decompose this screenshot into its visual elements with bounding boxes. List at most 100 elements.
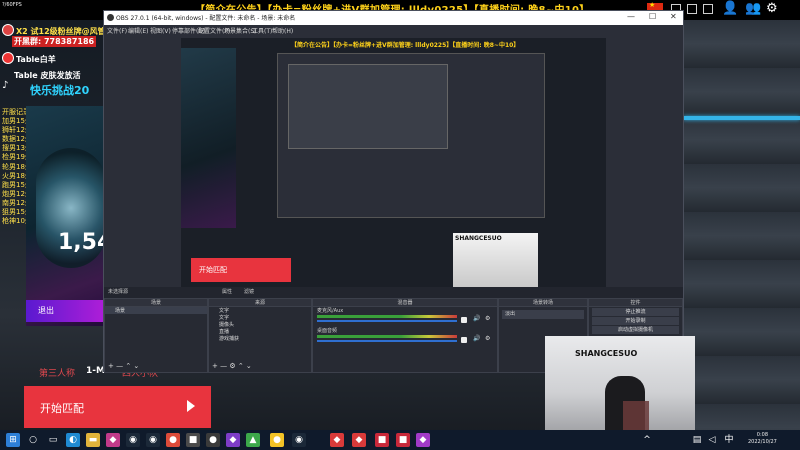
controls-header: 控件	[589, 299, 682, 307]
preview-banner: 【简介在公告】【办卡=粉丝牌+进V群加管理: llldy0225】【直播时间: …	[291, 42, 520, 49]
filters-button[interactable]: 滤镜	[244, 288, 254, 295]
overlay-line: Table 皮肤发放活	[14, 71, 81, 80]
source-item[interactable]: 游戏捕获	[209, 335, 311, 342]
folder-icon[interactable]: ▬	[86, 433, 100, 447]
source-item[interactable]: 摄像头	[209, 321, 311, 328]
fps-counter: ?/60FPS	[2, 2, 22, 8]
clock-date: 2022/10/27	[748, 439, 777, 445]
volume-knob[interactable]	[461, 337, 467, 343]
edge-icon[interactable]: ◐	[66, 433, 80, 447]
mixer-panel: 混音器 麦克风/Aux 🔊 ⚙ 桌面音频 🔊 ⚙	[312, 298, 498, 373]
chrome-icon[interactable]: ●	[270, 433, 284, 447]
gear-icon[interactable]: ⚙	[766, 1, 778, 16]
app-icon[interactable]: ◆	[106, 433, 120, 447]
friends-icon[interactable]: 👥	[745, 1, 761, 16]
stop-stream-button[interactable]: 停止推流	[592, 308, 679, 316]
menu-item[interactable]: 工具(T)	[252, 26, 272, 35]
app-icon[interactable]: ◆	[352, 433, 366, 447]
tray-icon[interactable]: ^	[640, 433, 654, 447]
gear-icon[interactable]: ⚙	[485, 335, 490, 342]
mixer-channel: 桌面音频 🔊 ⚙	[313, 327, 497, 347]
menu-item[interactable]: 编辑(E)	[128, 26, 148, 35]
volume-knob[interactable]	[461, 317, 467, 323]
volume-slider[interactable]	[317, 340, 457, 342]
menu-item[interactable]: 文件(F)	[107, 26, 127, 35]
obs-window: OBS 27.0.1 (64-bit, windows) - 配置文件: 未命名…	[103, 10, 684, 373]
maximize-icon[interactable]: ☐	[649, 12, 656, 21]
source-item[interactable]: 文字	[209, 314, 311, 321]
start-recording-button[interactable]: 开始录制	[592, 317, 679, 325]
tray-square-icon[interactable]	[687, 4, 697, 14]
preview-webcam: SHANGCESUO	[453, 233, 538, 287]
no-source-label: 未选择源	[108, 289, 129, 295]
preview-webcam-label: SHANGCESUO	[455, 235, 502, 242]
speaker-icon[interactable]: 🔊	[473, 315, 480, 322]
start-match-label: 开始匹配	[40, 402, 84, 415]
speaker-icon[interactable]: 🔊	[473, 335, 480, 342]
mixer-header: 混音器	[313, 299, 497, 307]
close-icon[interactable]: ✕	[670, 12, 677, 21]
preview-start-label: 开始匹配	[199, 266, 227, 274]
minimize-icon[interactable]: —	[627, 12, 635, 21]
transitions-header: 场景转场	[499, 299, 587, 307]
overlay-line: 开黑群: 778387186	[12, 36, 97, 47]
app-icon[interactable]: ■	[186, 433, 200, 447]
avatar	[2, 24, 14, 36]
webcam-label: SHANGCESUO	[575, 349, 638, 358]
task-view-icon[interactable]: ▭	[46, 433, 60, 447]
mode-third-person[interactable]: 第三人称	[39, 366, 75, 379]
scene-item[interactable]: 场景	[105, 307, 207, 314]
source-item[interactable]: 文字	[209, 307, 311, 314]
obs-title: OBS 27.0.1 (64-bit, windows) - 配置文件: 未命名…	[116, 15, 296, 22]
scenes-panel: 场景 场景 + — ⌃ ⌄	[104, 298, 208, 373]
source-tools[interactable]: + — ⚙ ⌃ ⌄	[212, 362, 252, 370]
mixer-channel-name: 麦克风/Aux	[317, 308, 344, 314]
volume-icon[interactable]: ◁	[705, 433, 719, 447]
clock-time: 0:08	[756, 432, 769, 438]
network-icon[interactable]: ▤	[690, 433, 704, 447]
volume-slider[interactable]	[317, 320, 457, 322]
obs-icon[interactable]: ●	[206, 433, 220, 447]
taskbar-clock[interactable]: 0:08 2022/10/27	[748, 432, 777, 446]
obs-titlebar[interactable]: OBS 27.0.1 (64-bit, windows) - 配置文件: 未命名…	[104, 11, 683, 25]
transition-select[interactable]: 淡出	[502, 310, 584, 319]
steam-icon[interactable]: ◉	[126, 433, 140, 447]
obs-logo-icon	[107, 14, 114, 21]
scene-tools[interactable]: + — ⌃ ⌄	[108, 362, 139, 370]
obs-preview[interactable]: 【简介在公告】【办卡=粉丝牌+进V群加管理: llldy0225】【直播时间: …	[181, 38, 606, 287]
steam-icon[interactable]: ◉	[146, 433, 160, 447]
app-icon[interactable]: ▲	[246, 433, 260, 447]
sources-header: 来源	[209, 299, 311, 307]
gear-icon[interactable]: ⚙	[485, 315, 490, 322]
chrome-icon[interactable]: ●	[166, 433, 180, 447]
search-icon[interactable]: ○	[26, 433, 40, 447]
start-match-button[interactable]: 开始匹配	[24, 386, 211, 428]
app-icon[interactable]: ◆	[416, 433, 430, 447]
user-icon[interactable]: 👤	[722, 1, 738, 16]
obs-menubar: 文件(F) 编辑(E) 视图(V) 停靠部件(D) 配置文件(P) 场景集合(S) 工具(T…	[104, 25, 683, 36]
avatar	[2, 52, 14, 64]
steam-icon[interactable]: ◉	[292, 433, 306, 447]
audio-meter	[317, 335, 457, 338]
app-icon[interactable]: ■	[396, 433, 410, 447]
preview-game-left	[181, 48, 236, 228]
menu-item[interactable]: 视图(V)	[150, 26, 171, 35]
tray-square-icon[interactable]	[703, 4, 713, 14]
start-icon[interactable]: ⊞	[6, 433, 20, 447]
windows-taskbar: ⊞ ○ ▭ ◐ ▬ ◆ ◉ ◉ ● ■ ● ◆ ▲ ● ◉ ◆ ◆ ■ ■ ◆ ^ ▤ ◁ 中	[0, 430, 800, 450]
virtual-camera-button[interactable]: 启动虚拟摄像机	[592, 326, 679, 334]
app-icon[interactable]: ◆	[330, 433, 344, 447]
app-icon[interactable]: ■	[375, 433, 389, 447]
properties-button[interactable]: 属性	[222, 288, 232, 295]
mixer-channel-name: 桌面音频	[317, 328, 338, 334]
audio-meter	[317, 315, 457, 318]
ime-icon[interactable]: 中	[722, 433, 736, 447]
obs-source-toolbar: 未选择源 属性 滤镜	[104, 287, 683, 298]
overlay-line: 快乐挑战20	[30, 84, 90, 97]
exit-button[interactable]: 退出	[26, 300, 106, 322]
app-icon[interactable]: ◆	[226, 433, 240, 447]
game-scene-right	[683, 20, 800, 430]
menu-item[interactable]: 帮助(H)	[272, 26, 293, 35]
source-item[interactable]: 直播	[209, 328, 311, 335]
scene-light-strip	[683, 116, 800, 120]
